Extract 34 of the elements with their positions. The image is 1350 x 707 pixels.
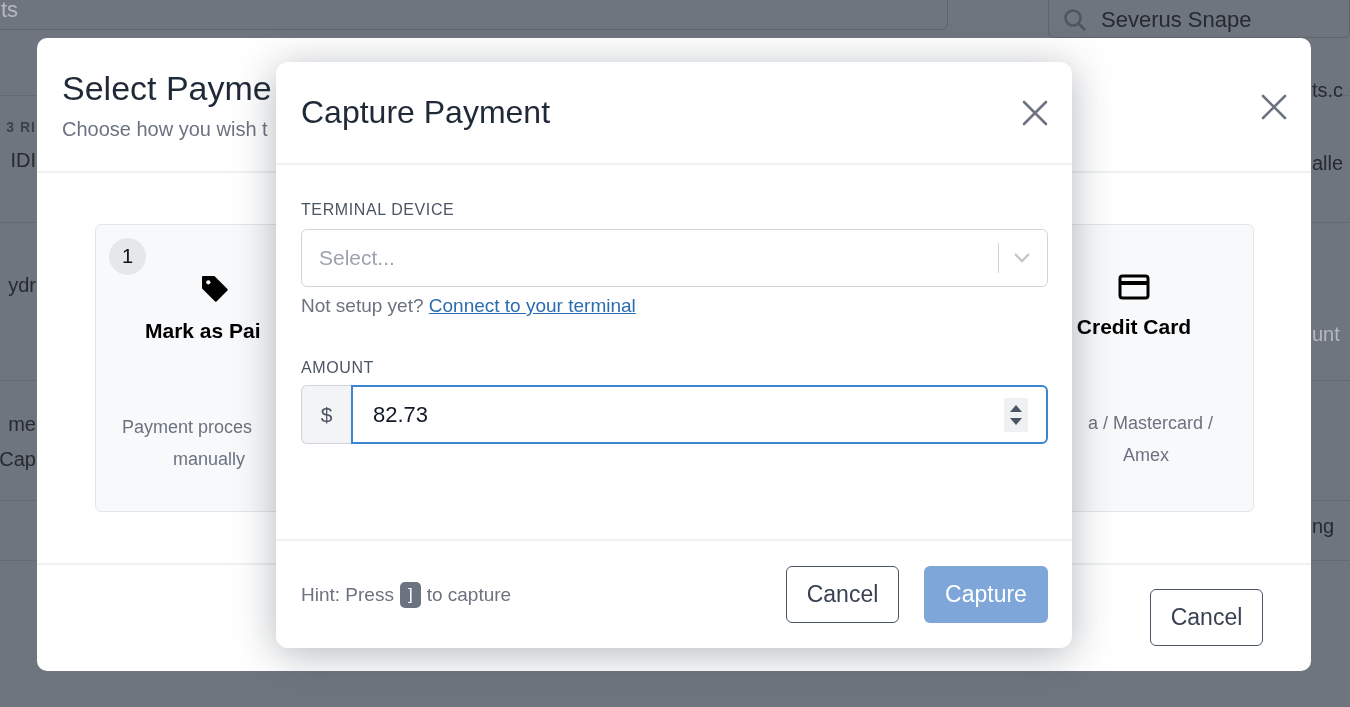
amount-input[interactable]: 82.73 bbox=[351, 385, 1048, 444]
credit-card-icon bbox=[1118, 273, 1150, 301]
field-label: TERMINAL DEVICE bbox=[301, 201, 455, 219]
spinner-icon[interactable] bbox=[1004, 397, 1028, 432]
tag-icon bbox=[199, 273, 231, 305]
hint-text: to capture bbox=[426, 583, 512, 606]
cancel-button[interactable]: Cancel bbox=[1150, 589, 1263, 646]
background-text: me bbox=[8, 413, 36, 436]
search-icon bbox=[1063, 8, 1087, 32]
background-text: ydr bbox=[8, 274, 36, 297]
key-badge: ] bbox=[399, 581, 421, 608]
close-icon[interactable] bbox=[1022, 99, 1048, 126]
option-description: Amex bbox=[1123, 444, 1169, 467]
background-text: ts.c bbox=[1312, 79, 1344, 102]
option-description: manually bbox=[173, 448, 246, 471]
cancel-button[interactable]: Cancel bbox=[786, 566, 899, 623]
background-text: alle bbox=[1312, 152, 1344, 175]
background-text: IDI bbox=[10, 149, 36, 172]
option-title: Credit Card bbox=[1076, 315, 1192, 339]
number-badge: 1 bbox=[109, 238, 146, 275]
currency-prefix: $ bbox=[301, 385, 351, 444]
connect-link[interactable]: Connect to your terminal bbox=[428, 295, 636, 316]
dialog-title: Capture Payment bbox=[301, 94, 550, 131]
close-icon[interactable] bbox=[1261, 94, 1287, 120]
dialog-title: Select Payme bbox=[62, 68, 272, 108]
option-title: Mark as Pai bbox=[145, 319, 261, 343]
background-text: Cap bbox=[0, 448, 36, 471]
dialog-subtitle: Choose how you wish t bbox=[62, 118, 269, 141]
background-text: unt bbox=[1312, 323, 1340, 346]
chevron-down-icon bbox=[1013, 252, 1031, 264]
background-text: ng bbox=[1312, 515, 1335, 538]
hint-text: Hint: Press bbox=[301, 583, 394, 606]
option-description: a / Mastercard / bbox=[1087, 412, 1213, 435]
option-description: Payment proces bbox=[122, 416, 253, 439]
